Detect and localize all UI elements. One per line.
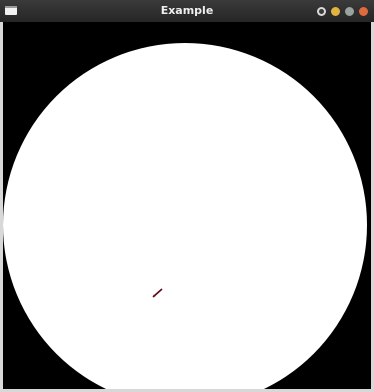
drawing-canvas[interactable]: [3, 22, 371, 389]
minimize-icon[interactable]: [331, 7, 340, 16]
restore-icon[interactable]: [317, 7, 326, 16]
app-window: Example: [0, 0, 374, 392]
pen-cursor-icon: [152, 288, 163, 298]
close-icon[interactable]: [359, 7, 368, 16]
title-bar[interactable]: Example: [0, 0, 374, 22]
circle-shape: [3, 43, 367, 389]
maximize-icon[interactable]: [345, 7, 354, 16]
white-circle: [3, 43, 367, 389]
